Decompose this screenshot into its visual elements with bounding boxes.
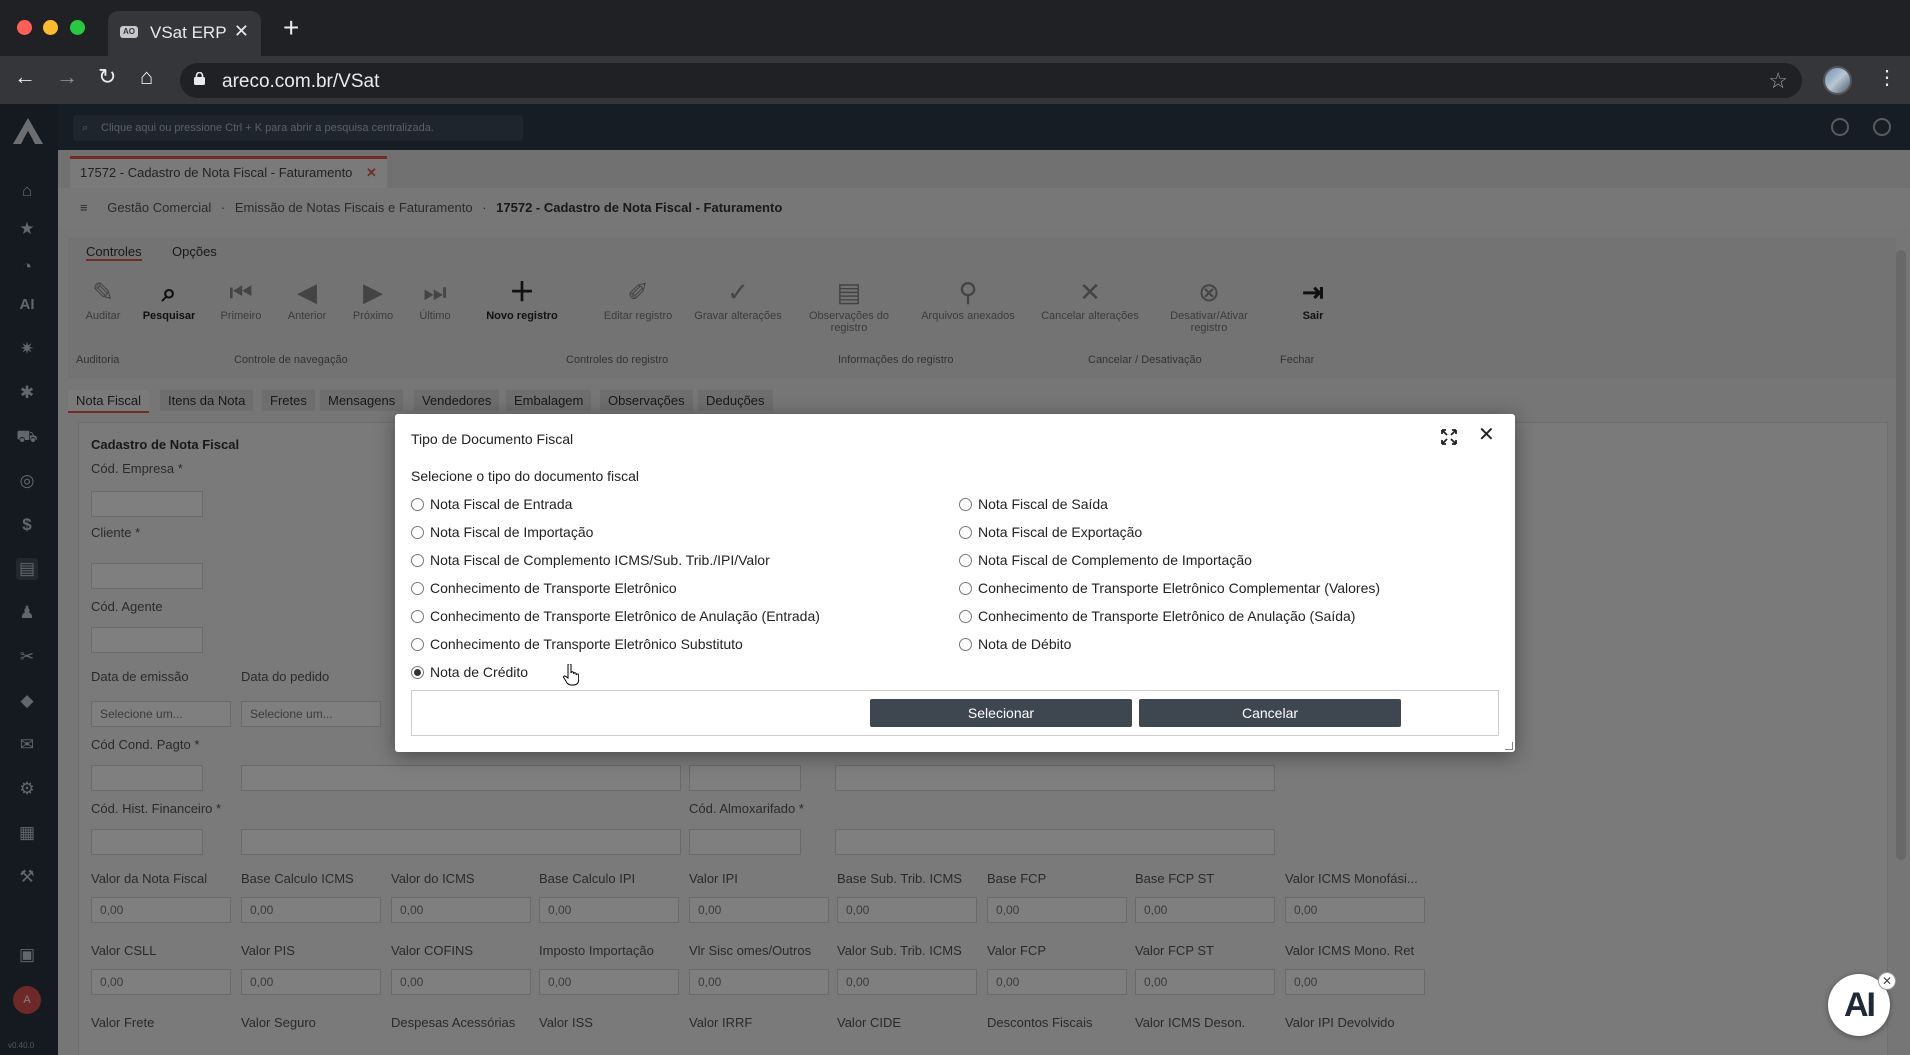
browser-toolbar: ← → ↻ ⌂ areco.com.br/VSat ☆ ⋮ [0,56,1910,104]
browser-tab[interactable]: AO VSat ERP ✕ [108,11,261,56]
close-icon[interactable]: ✕ [1478,425,1495,445]
new-tab-icon[interactable]: + [283,14,299,42]
hand-cursor-icon [563,664,579,686]
bookmark-star-icon[interactable]: ☆ [1768,68,1788,94]
radio-label: Nota Fiscal de Exportação [978,524,1143,540]
favicon-icon: AO [120,26,138,38]
radio-button[interactable] [959,553,972,567]
radio-label: Conhecimento de Transporte Eletrônico de… [430,608,820,624]
url-text: areco.com.br/VSat [222,71,380,92]
radio-label: Nota Fiscal de Complemento ICMS/Sub. Tri… [430,552,770,568]
radio-cte-anulacao-saida[interactable]: Conhecimento de Transporte Eletrônico de… [959,606,1355,626]
reload-icon[interactable]: ↻ [98,66,116,88]
fiscal-document-type-dialog: Tipo de Documento Fiscal ✕ Selecione o t… [395,414,1515,752]
radio-label: Nota Fiscal de Importação [430,524,594,540]
lock-icon [194,72,205,85]
window-minimize-button[interactable] [43,20,58,35]
radio-button[interactable] [411,609,424,623]
radio-button[interactable] [411,581,424,595]
radio-label: Nota Fiscal de Complemento de Importação [978,552,1252,568]
home-icon[interactable]: ⌂ [140,66,153,88]
radio-button[interactable] [411,637,424,651]
browser-menu-icon[interactable]: ⋮ [1877,68,1897,88]
dialog-subtitle: Selecione o tipo do documento fiscal [411,468,640,484]
resize-handle[interactable] [1505,742,1513,750]
radio-label: Nota Fiscal de Saída [978,496,1108,512]
radio-nf-importacao[interactable]: Nota Fiscal de Importação [411,522,593,542]
radio-button[interactable] [959,637,972,651]
radio-label: Conhecimento de Transporte Eletrônico de… [978,608,1356,624]
radio-cte-complementar[interactable]: Conhecimento de Transporte Eletrônico Co… [959,578,1380,598]
radio-label: Conhecimento de Transporte Eletrônico Su… [430,636,743,652]
cancel-button[interactable]: Cancelar [1139,699,1401,727]
select-button[interactable]: Selecionar [870,699,1132,727]
back-icon[interactable]: ← [14,66,36,88]
window-close-button[interactable] [17,20,32,35]
browser-tab-title: VSat ERP [150,23,227,42]
radio-label: Nota de Crédito [430,664,529,680]
radio-cte[interactable]: Conhecimento de Transporte Eletrônico [411,578,677,598]
close-ai-badge-icon[interactable]: ✕ [1878,972,1896,990]
radio-nf-complemento-icms[interactable]: Nota Fiscal de Complemento ICMS/Sub. Tri… [411,550,770,570]
close-tab-icon[interactable]: ✕ [234,21,249,42]
radio-nota-debito[interactable]: Nota de Débito [959,634,1071,654]
radio-cte-anulacao-entrada[interactable]: Conhecimento de Transporte Eletrônico de… [411,606,820,626]
forward-icon[interactable]: → [56,66,78,88]
radio-nf-exportacao[interactable]: Nota Fiscal de Exportação [959,522,1142,542]
radio-button[interactable] [959,525,972,539]
radio-nf-complemento-importacao[interactable]: Nota Fiscal de Complemento de Importação [959,550,1252,570]
radio-button[interactable] [959,581,972,595]
radio-button[interactable] [959,497,972,511]
window-maximize-button[interactable] [70,20,85,35]
radio-button-selected[interactable] [411,665,424,679]
address-bar[interactable]: areco.com.br/VSat ☆ [180,63,1802,98]
radio-nf-entrada[interactable]: Nota Fiscal de Entrada [411,494,572,514]
radio-button[interactable] [959,609,972,623]
profile-avatar[interactable] [1823,66,1852,95]
radio-cte-substituto[interactable]: Conhecimento de Transporte Eletrônico Su… [411,634,743,654]
radio-label: Nota de Débito [978,636,1072,652]
maximize-icon[interactable] [1441,429,1457,445]
radio-label: Nota Fiscal de Entrada [430,496,573,512]
dialog-title: Tipo de Documento Fiscal [411,431,574,447]
radio-button[interactable] [411,497,424,511]
radio-label: Conhecimento de Transporte Eletrônico Co… [978,580,1381,596]
radio-nf-saida[interactable]: Nota Fiscal de Saída [959,494,1108,514]
radio-nota-credito[interactable]: Nota de Crédito [411,662,528,682]
radio-button[interactable] [411,525,424,539]
dialog-footer: Selecionar Cancelar [411,690,1499,736]
browser-tabstrip: AO VSat ERP ✕ + [0,0,1910,56]
radio-label: Conhecimento de Transporte Eletrônico [430,580,677,596]
radio-button[interactable] [411,553,424,567]
